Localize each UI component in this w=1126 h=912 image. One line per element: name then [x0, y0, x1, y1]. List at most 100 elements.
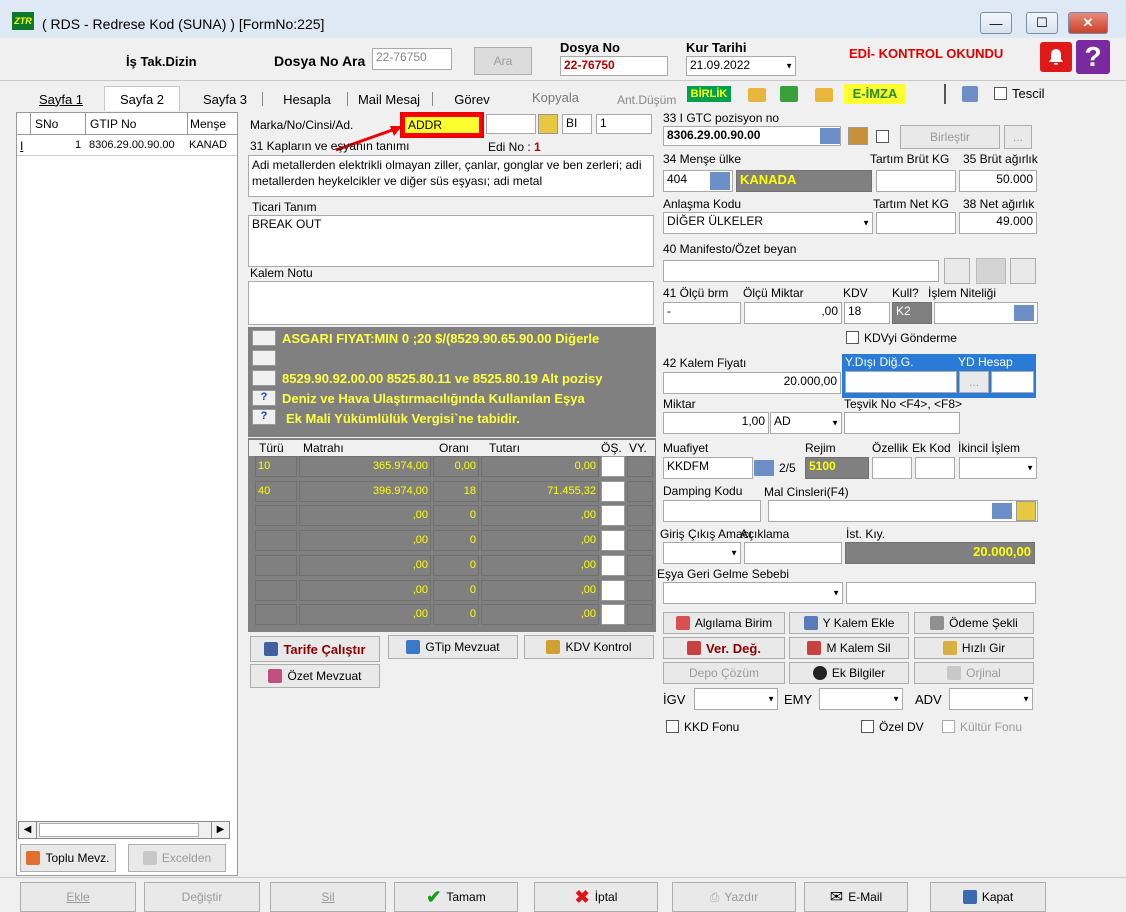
bi-input[interactable]: BI — [562, 114, 592, 134]
tax-cell[interactable]: 0 — [433, 554, 479, 576]
os-checkbox[interactable] — [601, 456, 625, 477]
ikincil-select[interactable]: ▼ — [959, 457, 1037, 479]
folder-export-icon[interactable] — [815, 88, 833, 102]
vy-cell[interactable] — [627, 456, 653, 477]
kalem-sil-button[interactable]: M Kalem Sil — [789, 637, 909, 659]
folder-open-icon[interactable] — [748, 88, 766, 102]
toplu-mevz-button[interactable]: Toplu Mevz. — [20, 844, 116, 872]
hizli-gir-button[interactable]: Hızlı Gir — [914, 637, 1034, 659]
header-gtip[interactable]: GTIP No — [90, 117, 136, 131]
tescil-checkbox[interactable] — [994, 87, 1007, 100]
brut-input[interactable]: 50.000 — [959, 170, 1037, 192]
marka-extra-field[interactable] — [486, 114, 536, 134]
os-checkbox[interactable] — [601, 480, 625, 502]
tax-cell[interactable] — [255, 579, 297, 601]
tarife-calistir-button[interactable]: Tarife Çalıştır — [250, 636, 380, 662]
kkd-fonu-checkbox[interactable] — [666, 720, 679, 733]
os-checkbox[interactable] — [601, 505, 625, 527]
depo-cozum-button[interactable]: Depo Çözüm — [663, 662, 785, 684]
vy-cell[interactable] — [627, 554, 653, 576]
kdv-input[interactable]: 18 — [844, 302, 890, 324]
tax-row[interactable]: 40 396.974,00 18 71.455,32 — [255, 480, 655, 503]
tax-cell[interactable]: 18 — [433, 480, 479, 502]
iptal-button[interactable]: ✖ İptal — [534, 882, 658, 912]
vy-cell[interactable] — [627, 604, 653, 626]
igv-select[interactable]: ▼ — [694, 688, 778, 710]
close-button[interactable]: ✕ — [1068, 12, 1108, 34]
info-box[interactable] — [252, 370, 276, 386]
excelden-button[interactable]: Excelden — [128, 844, 226, 872]
tartim-net-input[interactable] — [876, 212, 956, 234]
tax-cell[interactable] — [255, 505, 297, 527]
chevron-down-icon[interactable]: ▼ — [892, 695, 900, 704]
question-icon[interactable]: ? — [252, 409, 276, 425]
ydisi-input[interactable] — [845, 371, 957, 393]
tax-cell[interactable]: 0,00 — [481, 456, 599, 477]
tax-cell[interactable]: ,00 — [299, 554, 431, 576]
header-sno[interactable]: SNo — [35, 117, 58, 131]
miktar-input[interactable]: 1,00 — [663, 412, 769, 434]
kalem-notu-textarea[interactable] — [248, 281, 654, 325]
tax-row[interactable]: ,00 0,00 — [255, 505, 655, 527]
algilama-birim-button[interactable]: Algılama Birim — [663, 612, 785, 634]
tax-cell[interactable]: 0 — [433, 505, 479, 527]
tab-mail-mesaj[interactable]: Mail Mesaj — [350, 88, 428, 110]
tax-cell[interactable] — [255, 554, 297, 576]
orjinal-button[interactable]: Orjinal — [914, 662, 1034, 684]
tax-cell[interactable]: ,00 — [299, 579, 431, 601]
chevron-down-icon[interactable]: ▼ — [1022, 695, 1030, 704]
more-button[interactable]: ... — [1004, 125, 1032, 149]
ant-dusum-button[interactable]: Ant.Düşüm — [617, 93, 676, 107]
gtc-input[interactable]: 8306.29.00.90.00 — [663, 126, 841, 146]
tax-cell[interactable]: ,00 — [299, 530, 431, 552]
edit-icon[interactable] — [538, 114, 558, 134]
gtc-checkbox[interactable] — [876, 130, 889, 143]
marka-input[interactable]: ADDR — [400, 112, 484, 138]
ekle-button[interactable]: Ekle — [20, 882, 136, 912]
tax-cell[interactable] — [255, 604, 297, 626]
kdv-gonderme-checkbox[interactable] — [846, 331, 859, 344]
os-checkbox[interactable] — [601, 530, 625, 552]
os-checkbox[interactable] — [601, 579, 625, 601]
kopyala-button[interactable]: Kopyala — [532, 90, 579, 105]
scroll-left-icon[interactable]: ◀ — [19, 822, 37, 838]
dosya-no-input[interactable]: 22-76750 — [560, 56, 668, 76]
tax-cell[interactable]: 71.455,32 — [481, 480, 599, 502]
tax-row[interactable]: 10 365.974,00 0,00 0,00 — [255, 456, 655, 478]
damping-input[interactable] — [663, 500, 761, 522]
box-icon[interactable] — [848, 127, 868, 145]
kdv-kontrol-button[interactable]: KDV Kontrol — [524, 635, 654, 659]
maximize-button[interactable]: ☐ — [1026, 12, 1058, 34]
scroll-thumb[interactable] — [39, 823, 199, 837]
tax-row[interactable]: ,00 0,00 — [255, 530, 655, 552]
tax-cell[interactable]: 365.974,00 — [299, 456, 431, 477]
tab-sayfa-3[interactable]: Sayfa 3 — [190, 88, 260, 110]
tax-cell[interactable]: 40 — [255, 480, 297, 502]
chevron-down-icon[interactable]: ▼ — [1026, 464, 1034, 473]
vy-cell[interactable] — [627, 505, 653, 527]
tax-cell[interactable]: ,00 — [299, 604, 431, 626]
alarm-bell-icon[interactable] — [1040, 42, 1072, 72]
tax-cell[interactable]: 0 — [433, 604, 479, 626]
sil-button[interactable]: Sil — [270, 882, 386, 912]
tax-cell[interactable]: ,00 — [481, 554, 599, 576]
miktar-unit-select[interactable]: AD ▼ — [770, 412, 842, 434]
help-icon[interactable]: ? — [1076, 40, 1110, 74]
ozellik-input[interactable] — [872, 457, 912, 479]
tax-cell[interactable]: 10 — [255, 456, 297, 477]
tab-sayfa-2[interactable]: Sayfa 2 — [104, 86, 180, 111]
minimize-button[interactable]: — — [980, 12, 1012, 34]
lookup-icon[interactable] — [992, 503, 1012, 519]
tax-cell[interactable]: 0 — [433, 530, 479, 552]
anlasma-select[interactable]: DİĞER ÜLKELER ▼ — [663, 212, 873, 234]
olcu-brm-input[interactable]: - — [663, 302, 741, 324]
chevron-down-icon[interactable]: ▼ — [831, 419, 839, 428]
ozel-dv-checkbox[interactable] — [861, 720, 874, 733]
vy-cell[interactable] — [627, 579, 653, 601]
tax-cell[interactable] — [255, 530, 297, 552]
ara-button[interactable]: Ara — [474, 47, 532, 75]
info-box[interactable] — [252, 350, 276, 366]
doc-arrow-icon[interactable] — [1010, 258, 1036, 284]
chevron-down-icon[interactable]: ▼ — [862, 219, 870, 228]
chevron-down-icon[interactable]: ▼ — [832, 589, 840, 598]
